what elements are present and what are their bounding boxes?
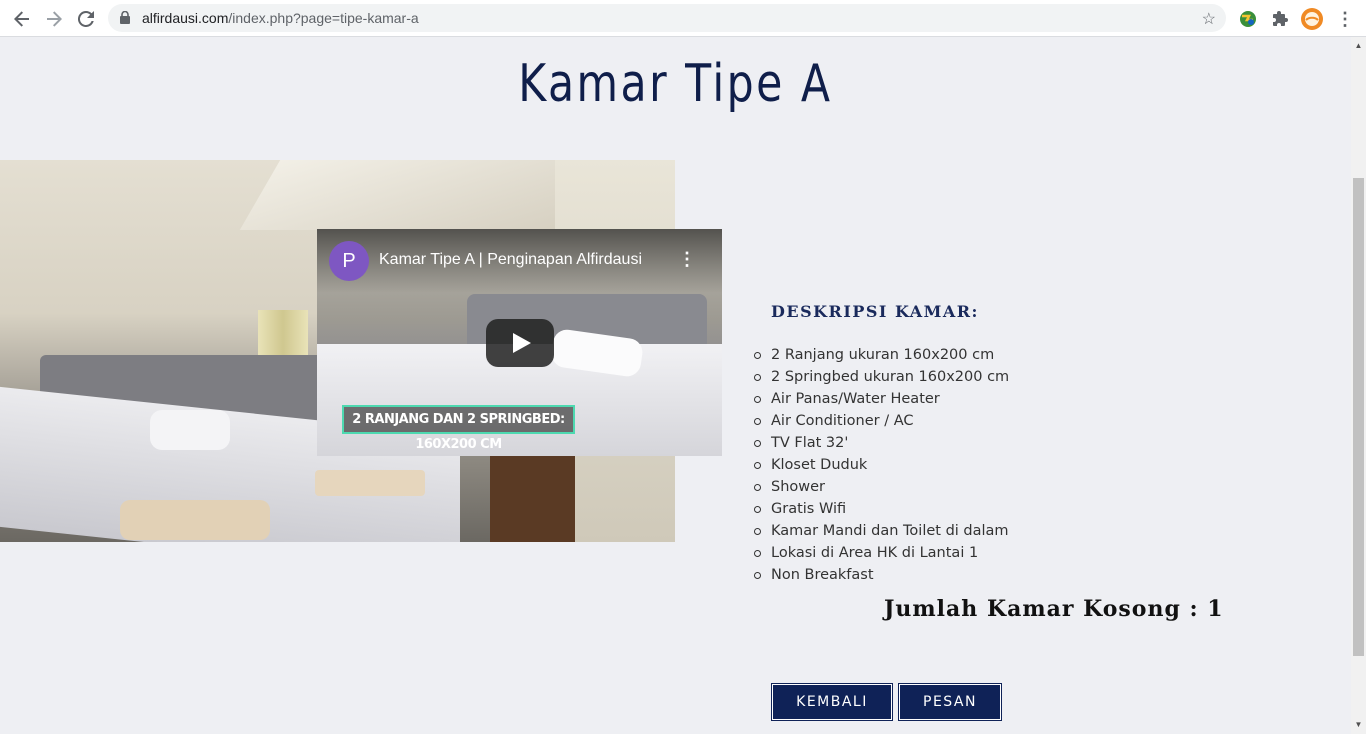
- reload-icon[interactable]: [75, 8, 97, 30]
- forward-icon[interactable]: [43, 8, 65, 30]
- list-item: Air Conditioner / AC: [753, 410, 1009, 432]
- puzzle-icon[interactable]: [1269, 8, 1291, 30]
- photo-pillow: [150, 410, 230, 450]
- list-item: Kamar Mandi dan Toilet di dalam: [753, 520, 1009, 542]
- list-item: Shower: [753, 476, 1009, 498]
- kebab-menu-icon[interactable]: ⋮: [1334, 8, 1356, 30]
- available-rooms-count: Jumlah Kamar Kosong : 1: [884, 596, 1224, 622]
- photo-ceiling: [239, 160, 601, 230]
- star-icon[interactable]: ☆: [1202, 9, 1216, 29]
- scrollbar[interactable]: ▲ ▼: [1351, 37, 1366, 734]
- lock-icon[interactable]: [120, 10, 130, 29]
- profile-avatar-icon[interactable]: [1301, 8, 1323, 30]
- description-heading: DESKRIPSI KAMAR:: [771, 302, 979, 321]
- scroll-up-arrow-icon[interactable]: ▲: [1351, 39, 1366, 53]
- list-item: Air Panas/Water Heater: [753, 388, 1009, 410]
- scroll-down-arrow-icon[interactable]: ▼: [1351, 718, 1366, 732]
- scrollbar-thumb[interactable]: [1353, 178, 1364, 656]
- play-button[interactable]: [486, 319, 554, 367]
- list-item: Gratis Wifi: [753, 498, 1009, 520]
- channel-avatar[interactable]: P: [329, 241, 369, 281]
- video-caption: 2 RANJANG DAN 2 SPRINGBED: 160X200 CM: [342, 405, 575, 452]
- photo-door: [490, 450, 575, 542]
- list-item: Kloset Duduk: [753, 454, 1009, 476]
- video-title[interactable]: Kamar Tipe A | Penginapan Alfirdausi: [379, 251, 669, 269]
- back-icon[interactable]: [11, 8, 33, 30]
- globe-extension-icon[interactable]: [1237, 8, 1259, 30]
- photo-towel: [315, 470, 425, 496]
- url-text: alfirdausi.com/index.php?page=tipe-kamar…: [142, 10, 419, 26]
- list-item: 2 Ranjang ukuran 160x200 cm: [753, 344, 1009, 366]
- url-path: /index.php?page=tipe-kamar-a: [228, 10, 419, 26]
- list-item: Lokasi di Area HK di Lantai 1: [753, 542, 1009, 564]
- list-item: Non Breakfast: [753, 564, 1009, 586]
- photo-towel: [120, 500, 270, 540]
- list-item: TV Flat 32': [753, 432, 1009, 454]
- page-title: Kamar Tipe A: [518, 54, 833, 114]
- address-bar[interactable]: alfirdausi.com/index.php?page=tipe-kamar…: [108, 4, 1226, 32]
- url-host: alfirdausi.com: [142, 10, 229, 26]
- amenities-list: 2 Ranjang ukuran 160x200 cm 2 Springbed …: [753, 344, 1009, 586]
- video-kebab-menu-icon[interactable]: ⋮: [678, 249, 696, 270]
- order-button[interactable]: PESAN: [898, 683, 1002, 721]
- browser-toolbar: alfirdausi.com/index.php?page=tipe-kamar…: [0, 0, 1366, 37]
- back-button[interactable]: KEMBALI: [771, 683, 893, 721]
- youtube-video-embed[interactable]: P Kamar Tipe A | Penginapan Alfirdausi ⋮…: [317, 229, 722, 456]
- list-item: 2 Springbed ukuran 160x200 cm: [753, 366, 1009, 388]
